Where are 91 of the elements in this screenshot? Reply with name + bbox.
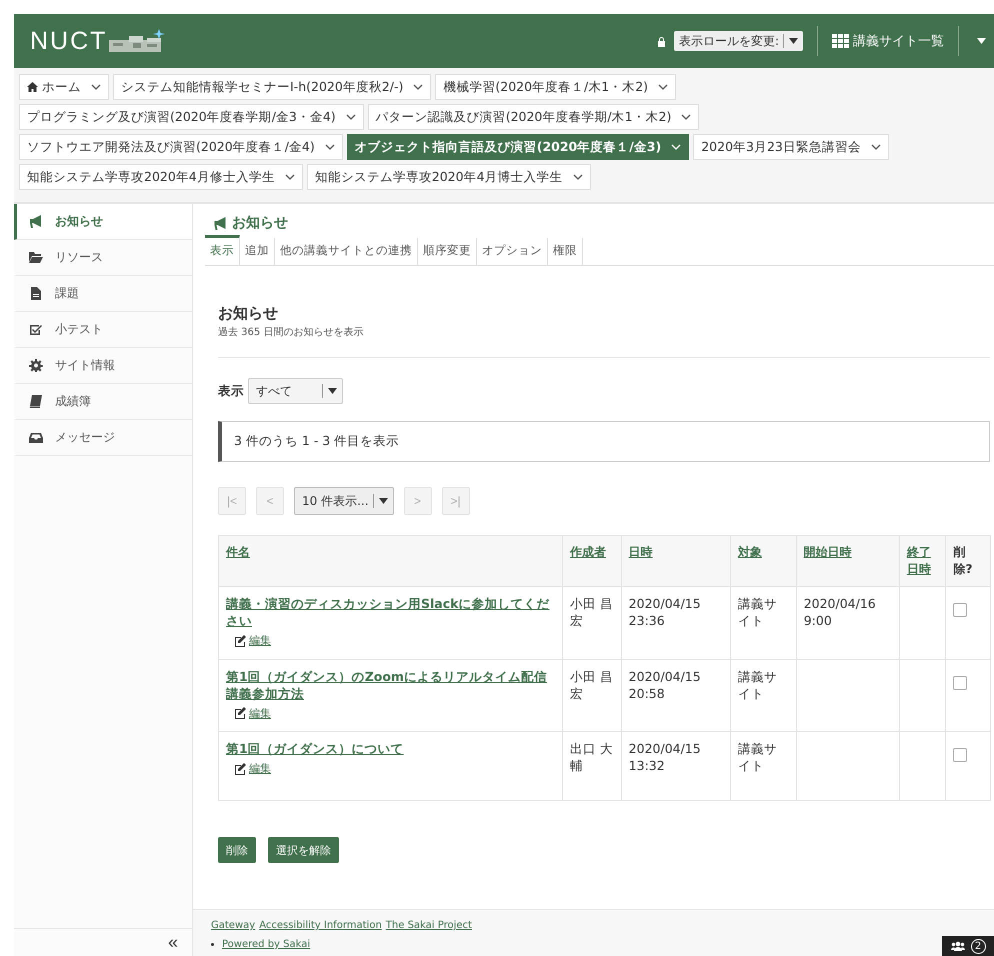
bullet-icon (211, 943, 214, 946)
caret-icon[interactable] (977, 38, 986, 44)
home-icon (27, 82, 38, 92)
site-tab[interactable]: ホーム (19, 74, 109, 100)
building-icon (109, 28, 166, 54)
site-tab[interactable]: プログラミング及び演習(2020年度春学期/金3・金4) (19, 104, 364, 130)
caret-icon (378, 498, 388, 504)
chevron-icon (572, 174, 583, 180)
edit-link[interactable]: 編集 (234, 760, 271, 777)
gear-icon (29, 359, 43, 372)
table-cell: 2020/04/15 20:58 (621, 659, 730, 732)
delete-checkbox[interactable] (953, 748, 968, 762)
megaphone-icon (213, 216, 228, 230)
caret-icon (328, 388, 337, 394)
powered-by-link[interactable]: Powered by Sakai (222, 939, 310, 950)
sidebar-item[interactable]: 小テスト (14, 312, 192, 348)
table-cell: 講義サイト (730, 586, 796, 659)
site-tab[interactable]: 知能システム学専攻2020年4月修士入学生 (19, 164, 303, 190)
table-cell: 2020/04/15 13:32 (621, 732, 730, 800)
sidebar-item[interactable]: リソース (14, 240, 192, 276)
table-cell: 小田 昌宏 (562, 586, 622, 659)
tool-tab[interactable]: 順序変更 (418, 238, 477, 265)
announcement-link[interactable]: 第1回（ガイダンス）について (226, 740, 555, 757)
grid-icon (832, 34, 849, 48)
tool-title: お知らせ (213, 214, 994, 232)
page-heading: お知らせ (218, 304, 279, 323)
chevron-icon (658, 84, 668, 90)
sidebar-item[interactable]: 成績簿 (14, 384, 192, 420)
view-select[interactable]: すべて (248, 378, 343, 404)
site-tab[interactable]: オブジェクト指向言語及び演習(2020年度春１/金3) (346, 134, 690, 160)
table-cell: 出口 大輔 (562, 732, 622, 800)
inbox-icon (29, 431, 43, 444)
column-header: 削除? (953, 544, 974, 578)
site-tab[interactable]: 機械学習(2020年度春１/木1・木2) (435, 74, 676, 100)
tool-tab[interactable]: 追加 (240, 238, 275, 265)
presence-button[interactable]: 2 (942, 936, 994, 956)
chevron-icon (870, 144, 881, 150)
sites-link[interactable]: 講義サイト一覧 (832, 32, 944, 50)
table-cell: 講義サイト (730, 659, 796, 732)
megaphone-icon (29, 215, 43, 228)
tool-tab[interactable]: 他の講義サイトとの連携 (275, 238, 418, 265)
people-icon (950, 941, 964, 951)
page-size-select[interactable]: 10 件表示... (294, 487, 394, 515)
edit-icon (234, 634, 247, 646)
check-icon (29, 323, 43, 336)
site-tab[interactable]: ソフトウエア開発法及び演習(2020年度春１/金4) (19, 134, 343, 160)
site-tab[interactable]: パターン認識及び演習(2020年度春学期/木1・木2) (368, 104, 700, 130)
tool-tab[interactable]: 権限 (548, 238, 583, 265)
announcement-link[interactable]: 講義・演習のディスカッション用Slackに参加してください (226, 595, 555, 629)
table-cell: 2020/04/15 23:36 (621, 586, 730, 659)
edit-link[interactable]: 編集 (234, 704, 271, 722)
logo-text[interactable]: NUCT (30, 26, 108, 56)
page-subheading: 過去 365 日間のお知らせを表示 (218, 326, 364, 339)
chevron-icon (681, 114, 692, 120)
edit-link[interactable]: 編集 (234, 632, 271, 649)
edit-icon (234, 762, 247, 774)
tool-tab[interactable]: オプション (477, 238, 548, 265)
chevron-icon (324, 144, 335, 150)
tool-tab[interactable]: 表示 (205, 235, 240, 265)
chevron-icon (346, 114, 356, 120)
chevron-icon (671, 144, 682, 150)
edit-icon (234, 707, 247, 719)
footer-link[interactable]: Accessibility Information (259, 920, 382, 931)
delete-button[interactable]: 削除 (218, 837, 256, 863)
footer-link[interactable]: Gateway (211, 920, 256, 931)
delete-checkbox[interactable] (953, 603, 968, 617)
sidebar-item[interactable]: メッセージ (14, 420, 192, 456)
caret-icon (789, 38, 798, 44)
sidebar-item[interactable]: 課題 (14, 276, 192, 312)
table-cell: 2020/04/16 9:00 (796, 586, 900, 659)
sidebar-item[interactable]: お知らせ (14, 204, 192, 240)
site-tab[interactable]: システム知能情報学セミナーⅠ-h(2020年度秋2/-) (113, 74, 432, 100)
deselect-button[interactable]: 選択を解除 (268, 837, 339, 863)
item-count-message: 3 件のうち 1 - 3 件目を表示 (218, 421, 990, 462)
chevron-icon (413, 84, 424, 90)
role-select[interactable]: 表示ロールを変更: (674, 31, 803, 51)
lock-icon (656, 36, 666, 46)
announcement-link[interactable]: 第1回（ガイダンス）のZoomによるリアルタイム配信講義参加方法 (226, 668, 555, 702)
chevron-icon (284, 174, 295, 180)
sidebar-item[interactable]: サイト情報 (14, 348, 192, 384)
site-tab[interactable]: 2020年3月23日緊急講習会 (693, 134, 889, 160)
book-icon (29, 395, 43, 408)
view-label: 表示 (218, 382, 244, 400)
footer-link[interactable]: The Sakai Project (386, 920, 472, 931)
table-cell: 講義サイト (730, 732, 796, 800)
table-cell: 小田 昌宏 (562, 659, 622, 732)
chevron-icon (91, 84, 101, 90)
folder-icon (29, 251, 43, 264)
site-tab[interactable]: 知能システム学専攻2020年4月博士入学生 (306, 164, 591, 190)
delete-checkbox[interactable] (953, 676, 968, 690)
file-icon (29, 287, 43, 300)
